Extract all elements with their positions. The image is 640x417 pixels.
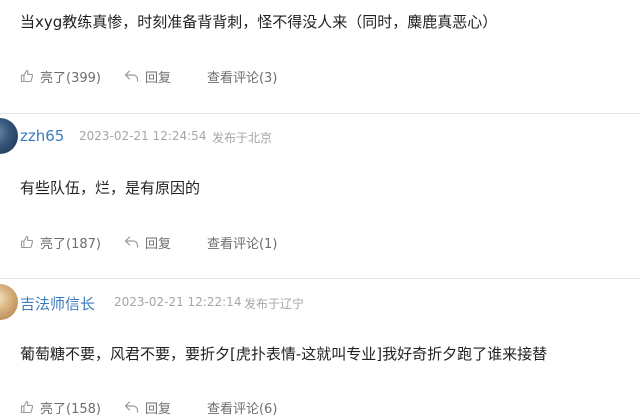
view-comments-link[interactable]: 查看评论(6) — [207, 398, 277, 417]
comment-actions: 亮了(399) 回复 查看评论(3) — [20, 66, 277, 86]
comment-text: 当xyg教练真惨，时刻准备背背刺，怪不得没人来（同时，麋鹿真恶心） — [20, 13, 498, 31]
reply-label: 回复 — [144, 70, 171, 86]
reply-label: 回复 — [144, 401, 171, 417]
location: 发布于北京 — [212, 131, 273, 145]
timestamp: 2023-02-21 12:24:54 — [79, 129, 207, 143]
thumb-up-icon — [20, 236, 34, 249]
reply-arrow-icon — [124, 70, 139, 82]
timestamp: 2023-02-21 12:22:14 — [114, 295, 242, 309]
comment-actions: 亮了(187) 回复 查看评论(1) — [20, 232, 277, 252]
like-label: 亮了(399) — [40, 70, 101, 86]
reply-label: 回复 — [144, 236, 171, 252]
avatar[interactable] — [0, 284, 18, 320]
comment-text: 葡萄糖不要，风君不要，要折夕[虎扑表情-这就叫专业]我好奇折夕跑了谁来接替 — [20, 345, 548, 363]
like-button[interactable]: 亮了(187) — [20, 233, 101, 252]
reply-button[interactable]: 回复 — [124, 233, 171, 252]
like-button[interactable]: 亮了(399) — [20, 67, 101, 86]
view-comments-label: 查看评论(3) — [206, 70, 278, 86]
view-comments-link[interactable]: 查看评论(1) — [207, 233, 277, 252]
view-comments-link[interactable]: 查看评论(3) — [207, 67, 277, 86]
divider — [0, 113, 640, 114]
reply-arrow-icon — [124, 236, 139, 248]
username[interactable]: zzh65 — [20, 127, 64, 145]
username[interactable]: 吉法师信长 — [20, 293, 95, 314]
like-label: 亮了(187) — [40, 236, 101, 252]
view-comments-label: 查看评论(6) — [206, 401, 278, 417]
reply-button[interactable]: 回复 — [124, 67, 171, 86]
view-comments-label: 查看评论(1) — [206, 236, 278, 252]
divider — [0, 278, 640, 279]
location: 发布于辽宁 — [244, 297, 305, 311]
reply-button[interactable]: 回复 — [124, 398, 171, 417]
like-button[interactable]: 亮了(158) — [20, 398, 101, 417]
thumb-up-icon — [20, 70, 34, 83]
comment-text: 有些队伍，烂，是有原因的 — [20, 179, 201, 197]
like-label: 亮了(158) — [40, 401, 101, 417]
avatar[interactable] — [0, 118, 18, 154]
comment-actions: 亮了(158) 回复 查看评论(6) — [20, 397, 277, 417]
